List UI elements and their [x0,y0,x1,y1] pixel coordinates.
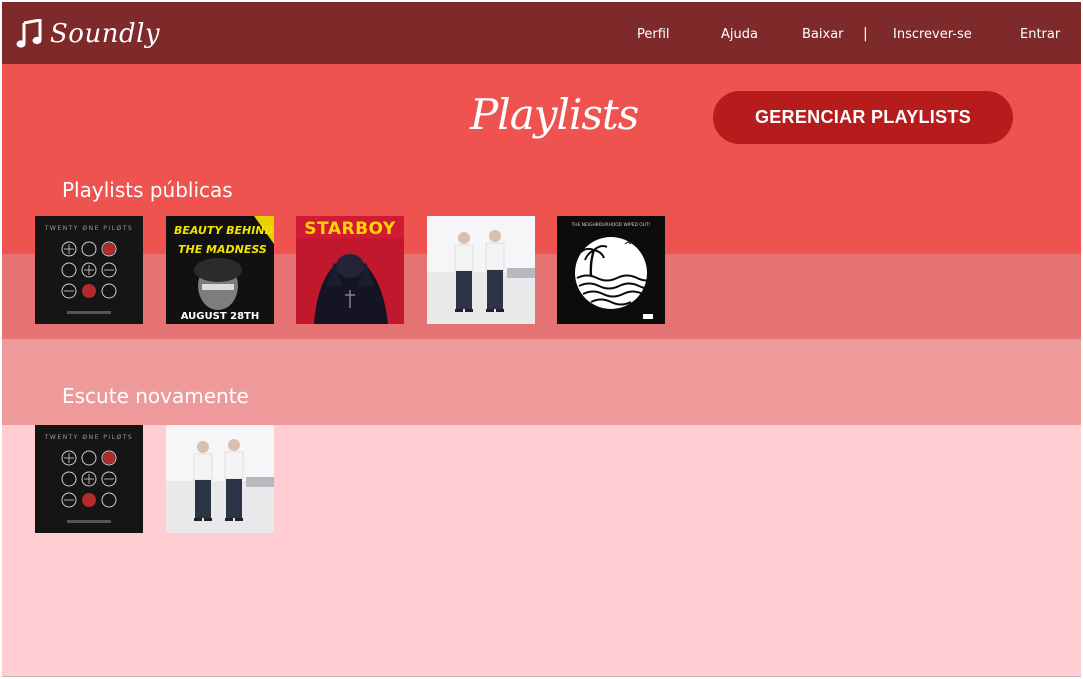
cover-text: STARBOY [304,219,396,239]
content-background [2,425,1081,676]
section-heading-listen-again: Escute novamente [62,384,249,408]
nav-link-entrar[interactable]: Entrar [1020,27,1060,42]
listen-again-band [2,339,1081,425]
playlist-cover-beauty-behind-the-madness[interactable]: BEAUTY BEHIND THE MADNESS AUGUST 28TH [166,216,274,324]
playlist-cover-wiped-out[interactable]: THE NEIGHBOURHOOD WIPED OUT! [557,216,665,324]
blurryface-album-art: TWENTY ØNE PILØTS [35,425,143,533]
nav-link-ajuda[interactable]: Ajuda [721,27,758,42]
cover-text: TWENTY ØNE PILØTS [44,225,133,232]
brand-name: Soundly [50,19,161,49]
nav-link-inscrever-se[interactable]: Inscrever-se [893,27,972,42]
manage-playlists-button[interactable]: GERENCIAR PLAYLISTS [713,91,1013,144]
page-title: Playlists [470,90,639,139]
recent-cover-vessel[interactable] [166,425,274,533]
cover-text-line-3: AUGUST 28TH [181,311,260,322]
music-note-icon [16,19,42,48]
brand-logo[interactable]: Soundly [16,14,160,54]
top-navigation-bar: Soundly Perfil Ajuda Baixar | Inscrever-… [2,2,1081,64]
nav-separator: | [863,26,868,42]
wiped-out-album-art: THE NEIGHBOURHOOD WIPED OUT! [557,216,665,324]
public-playlists-strip [2,254,1081,339]
starboy-album-art: STARBOY [296,216,404,324]
playlist-cover-blurryface[interactable]: TWENTY ØNE PILØTS [35,216,143,324]
cover-text-line-1: BEAUTY BEHIND [174,224,274,237]
cover-text: TWENTY ØNE PILØTS [44,434,133,441]
nav-link-perfil[interactable]: Perfil [637,27,670,42]
vessel-album-art [166,425,274,533]
playlist-cover-starboy[interactable]: STARBOY [296,216,404,324]
blurryface-album-art: TWENTY ØNE PILØTS [35,216,143,324]
vessel-album-art [427,216,535,324]
nav-link-baixar[interactable]: Baixar [802,27,844,42]
app-frame: Soundly Perfil Ajuda Baixar | Inscrever-… [2,2,1081,677]
playlist-cover-vessel[interactable] [427,216,535,324]
cover-text-line-2: THE MADNESS [178,243,267,256]
cover-text: THE NEIGHBOURHOOD WIPED OUT! [571,222,651,228]
section-heading-public-playlists: Playlists públicas [62,178,233,202]
recent-cover-blurryface[interactable]: TWENTY ØNE PILØTS [35,425,143,533]
beauty-behind-the-madness-album-art: BEAUTY BEHIND THE MADNESS AUGUST 28TH [166,216,274,324]
